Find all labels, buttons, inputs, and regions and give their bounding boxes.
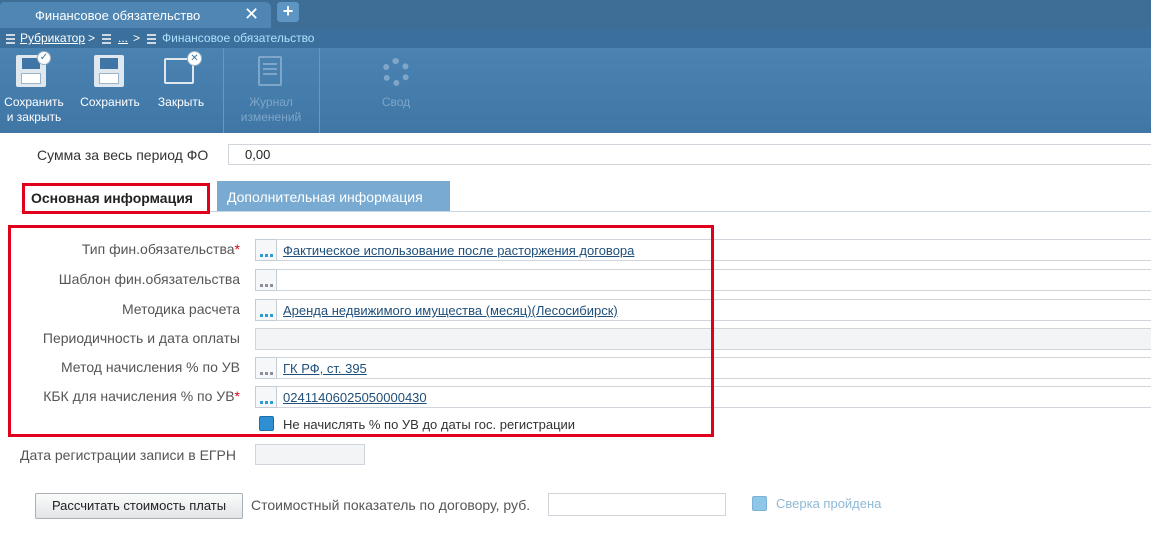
breadcrumb: Рубрикатор > ... > Финансовое обязательс… (0, 28, 1151, 48)
tab-main-info[interactable]: Основная информация (22, 183, 210, 214)
floppy-check-icon: ✓ (16, 51, 51, 87)
close-tab-icon[interactable]: ✕ (244, 4, 259, 24)
egrn-date-field (255, 444, 365, 465)
verified-label: Сверка пройдена (776, 496, 882, 511)
verified-checkbox (752, 496, 767, 511)
tab-additional-info[interactable]: Дополнительная информация (217, 181, 450, 211)
list-icon (102, 33, 111, 47)
document-tab-title: Финансовое обязательство (35, 8, 201, 23)
change-log-label-1: Журнал (249, 95, 293, 109)
breadcrumb-root-link[interactable]: Рубрикатор (20, 31, 85, 45)
save-and-close-label-2: и закрыть (6, 110, 62, 124)
save-and-close-label-1: Сохранить (4, 95, 64, 109)
journal-icon (258, 56, 282, 86)
highlight-frame (8, 225, 714, 437)
toolbar-separator (319, 48, 320, 133)
floppy-icon (94, 55, 124, 87)
save-label: Сохранить (80, 95, 140, 109)
breadcrumb-separator: > (133, 31, 141, 45)
breadcrumb-middle-link[interactable]: ... (118, 31, 128, 45)
svod-button[interactable]: Свод (360, 48, 432, 133)
gear-icon (382, 58, 410, 86)
add-tab-button[interactable]: + (277, 2, 299, 22)
close-window-icon: ✕ (164, 51, 202, 84)
contract-cost-input[interactable] (548, 493, 726, 516)
toolbar: ✓ Сохранить и закрыть Сохранить ✕ Закрыть… (0, 48, 1151, 133)
list-icon (6, 33, 15, 47)
list-icon (147, 33, 156, 47)
breadcrumb-separator: > (88, 31, 96, 45)
contract-cost-label: Стоимостный показатель по договору, руб. (251, 497, 531, 513)
document-tab-strip: Финансовое обязательство ✕ + (0, 0, 1151, 28)
svod-label: Свод (381, 95, 411, 109)
close-label: Закрыть (157, 95, 205, 109)
total-sum-label: Сумма за весь период ФО (37, 147, 209, 163)
change-log-button[interactable]: Журнал изменений (228, 48, 314, 133)
calculate-payment-button[interactable]: Рассчитать стоимость платы (35, 493, 243, 519)
toolbar-separator (223, 48, 224, 133)
change-log-label-2: изменений (240, 110, 302, 124)
save-button[interactable]: Сохранить (76, 48, 144, 133)
total-sum-field[interactable]: 0,00 (228, 144, 1151, 165)
document-tab[interactable]: Финансовое обязательство ✕ (0, 2, 271, 28)
close-button[interactable]: ✕ Закрыть (152, 48, 210, 133)
save-and-close-button[interactable]: ✓ Сохранить и закрыть (0, 48, 68, 133)
breadcrumb-current: Финансовое обязательство (162, 31, 315, 45)
egrn-date-label: Дата регистрации записи в ЕГРН (20, 447, 236, 463)
